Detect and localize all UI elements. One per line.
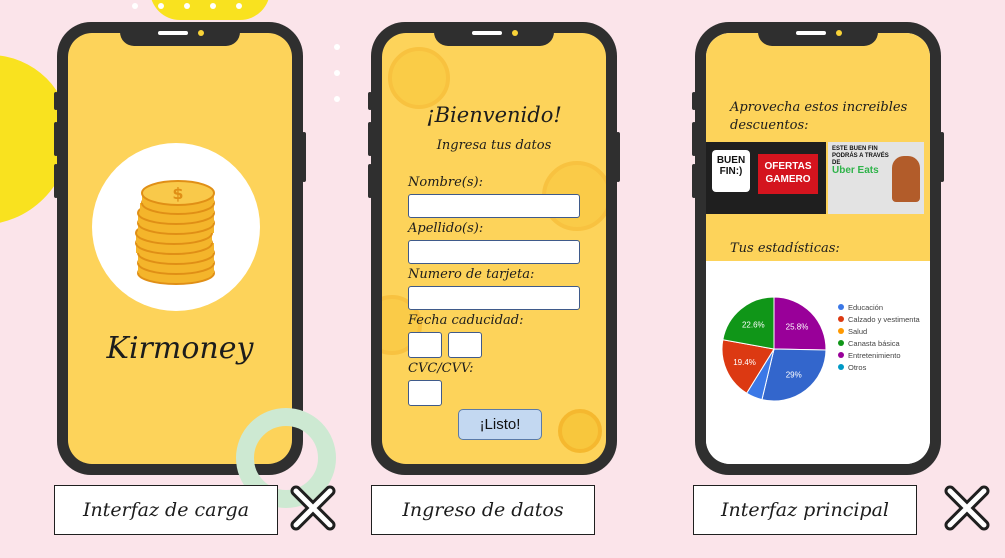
legend-label: Calzado y vestimenta xyxy=(848,314,920,324)
legend-swatch xyxy=(838,340,844,346)
name-field[interactable] xyxy=(408,194,580,218)
lastname-label: Apellido(s): xyxy=(408,221,484,236)
decor-dot xyxy=(334,96,340,102)
buen-fin-logo: BUEN FIN:) xyxy=(712,150,750,192)
ofertas-badge: OFERTAS GAMERO xyxy=(758,154,818,194)
phone-loading-screen: $ Kirmoney xyxy=(54,22,306,475)
decor-dot xyxy=(334,70,340,76)
decor-dot xyxy=(158,3,164,9)
legend-item: Educación xyxy=(838,301,920,313)
phone-main-screen: Aprovecha estos increibles descuentos: B… xyxy=(692,22,944,475)
promo-heading: Aprovecha estos increibles descuentos: xyxy=(730,100,908,133)
pie-data-label: 29% xyxy=(786,370,802,379)
coin-icon xyxy=(388,47,450,109)
legend-label: Otros xyxy=(848,362,867,372)
owl-mascot-icon xyxy=(892,156,920,202)
logo-circle: $ xyxy=(92,143,260,311)
legend-swatch xyxy=(838,364,844,370)
expenses-pie-chart: 25.8% 22.6% 19.4% 29% xyxy=(721,296,827,402)
legend-label: Educación xyxy=(848,302,884,312)
uber-eats-banner[interactable]: ESTE BUEN FIN PODRÁS A TRAVÉS DE Uber Ea… xyxy=(828,142,924,214)
decor-dot xyxy=(132,3,138,9)
legend-item: Salud xyxy=(838,325,920,337)
legend-swatch xyxy=(838,304,844,310)
card-number-field[interactable] xyxy=(408,286,580,310)
submit-button[interactable]: ¡Listo! xyxy=(458,409,542,440)
expiry-year-field[interactable] xyxy=(448,332,482,358)
legend-item: Calzado y vestimenta xyxy=(838,313,920,325)
legend-label: Entretenimiento xyxy=(848,350,901,360)
caption-form: Ingreso de datos xyxy=(371,485,595,535)
coin-icon xyxy=(558,409,602,453)
legend-label: Salud xyxy=(848,326,868,336)
caption-loading: Interfaz de carga xyxy=(54,485,278,535)
cvc-label: CVC/CVV: xyxy=(408,361,474,376)
form-subtitle: Ingresa tus datos xyxy=(436,138,552,153)
lastname-field[interactable] xyxy=(408,240,580,264)
close-x-icon xyxy=(290,485,336,531)
svg-text:$: $ xyxy=(172,184,183,203)
card-number-label: Numero de tarjeta: xyxy=(408,267,535,282)
uber-eats-brand: Uber Eats xyxy=(832,165,879,176)
close-x-icon xyxy=(944,485,990,531)
chart-legend: Educación Calzado y vestimenta Salud Canast… xyxy=(838,301,920,373)
name-label: Nombre(s): xyxy=(408,175,483,190)
pie-data-label: 22.6% xyxy=(742,320,765,329)
decor-dot xyxy=(210,3,216,9)
legend-item: Entretenimiento xyxy=(838,349,920,361)
uber-banner-text: ESTE BUEN FIN PODRÁS A TRAVÉS DE xyxy=(832,146,889,166)
pie-data-label: 19.4% xyxy=(733,358,756,367)
legend-item: Otros xyxy=(838,361,920,373)
legend-swatch xyxy=(838,328,844,334)
pie-data-label: 25.8% xyxy=(786,322,809,331)
app-name: Kirmoney xyxy=(106,331,254,366)
expiry-label: Fecha caducidad: xyxy=(408,313,524,328)
legend-swatch xyxy=(838,316,844,322)
phone-form-screen: ¡Bienvenido! Ingresa tus datos Nombre(s)… xyxy=(368,22,620,475)
buen-fin-banner[interactable]: BUEN FIN:) OFERTAS GAMERO xyxy=(706,142,826,214)
coin-stack-icon: $ xyxy=(135,180,215,285)
caption-main: Interfaz principal xyxy=(693,485,917,535)
decor-dot xyxy=(334,44,340,50)
cvc-field[interactable] xyxy=(408,380,442,406)
decor-dot xyxy=(236,3,242,9)
legend-item: Canasta básica xyxy=(838,337,920,349)
stats-title: Tus estadísticas: xyxy=(730,241,840,256)
welcome-title: ¡Bienvenido! xyxy=(426,103,562,127)
expiry-month-field[interactable] xyxy=(408,332,442,358)
legend-swatch xyxy=(838,352,844,358)
decor-dot xyxy=(184,3,190,9)
legend-label: Canasta básica xyxy=(848,338,900,348)
